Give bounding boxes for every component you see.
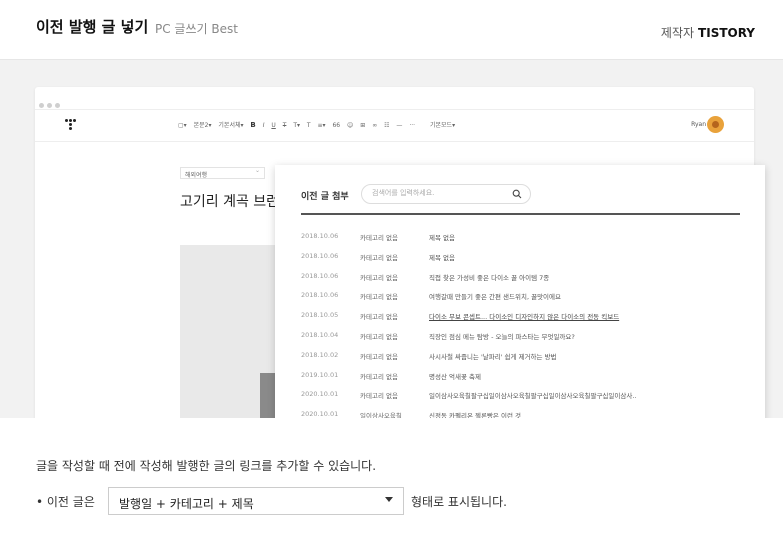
feature-description: 글을 작성할 때 전에 작성해 발행한 글의 링크를 추가할 수 있습니다. bbox=[36, 459, 377, 473]
post-date: 2019.10.01 bbox=[301, 370, 339, 379]
align-icon[interactable]: ≡▾ bbox=[318, 122, 326, 129]
option-prefix: • 이전 글은 bbox=[36, 495, 95, 509]
post-title: 다이소 무보 콘셉트... 다이소인 디자인하지 않은 다이소의 전동 킥보드 bbox=[429, 313, 620, 322]
post-category: 카테고리 없음 bbox=[360, 392, 398, 401]
list-item[interactable]: 2018.10.06 카테고리 없음 여행갈때 만들기 좋은 간편 샌드위치, 꿀맛… bbox=[301, 291, 761, 311]
preview-stage: ▢▾ 본문2▾ 기본서체▾ B I U T T▾ T ≡▾ 66 ☺ ⊞ ∞ ☷… bbox=[0, 60, 783, 418]
list-icon[interactable]: ☷ bbox=[384, 122, 389, 129]
list-item[interactable]: 2018.10.06 카테고리 없음 제목 없음 bbox=[301, 252, 761, 272]
list-item[interactable]: 2018.10.04 카테고리 없음 직장인 점심 메뉴 탐방 - 오늘의 파스타는… bbox=[301, 331, 761, 351]
text-color-icon[interactable]: T▾ bbox=[293, 122, 300, 129]
post-category: 카테고리 없음 bbox=[360, 332, 398, 341]
text-bg-icon[interactable]: T bbox=[307, 122, 311, 129]
list-item[interactable]: 2018.10.06 카테고리 없음 직접 찾은 가성비 좋은 다이소 꿀 아이템 … bbox=[301, 272, 761, 292]
display-format-option: • 이전 글은 발행일 + 카테고리 + 제목 형태로 표시됩니다. bbox=[36, 487, 736, 515]
page-title: 이전 발행 글 넣기 bbox=[36, 18, 149, 36]
post-title: 일이삼사오육칠팔구십일이삼사오육칠팔구십일이삼사오육칠팔구십일이삼사.. bbox=[429, 392, 637, 401]
mode-select[interactable]: 기본모드▾ bbox=[430, 122, 455, 129]
bold-icon[interactable]: B bbox=[250, 121, 255, 129]
italic-icon[interactable]: I bbox=[263, 122, 265, 129]
search-icon[interactable] bbox=[512, 189, 522, 199]
post-list: 2018.10.06 카테고리 없음 제목 없음 2018.10.06 카테고리 없음 제… bbox=[301, 232, 761, 418]
more-icon[interactable]: ··· bbox=[409, 122, 415, 129]
post-date: 2018.10.05 bbox=[301, 311, 339, 320]
list-item[interactable]: 2020.10.01 카테고리 없음 일이삼사오육칠팔구십일이삼사오육칠팔구십일이삼… bbox=[301, 390, 761, 410]
emoji-icon[interactable]: ☺ bbox=[347, 122, 353, 129]
post-category: 카테고리 없음 bbox=[360, 372, 398, 381]
post-date: 2020.10.01 bbox=[301, 410, 339, 418]
search-input[interactable] bbox=[372, 189, 502, 197]
post-category: 카테고리 없음 bbox=[360, 253, 398, 262]
post-title: 신정동 카펠리온 젤론빵은 이런 것 bbox=[429, 412, 521, 418]
list-item[interactable]: 2020.10.01 일이삼사오육칠 신정동 카펠리온 젤론빵은 이런 것 bbox=[301, 410, 761, 418]
post-title: 여행갈때 만들기 좋은 간편 샌드위치, 꿀맛이에요 bbox=[429, 293, 561, 302]
image-insert-icon[interactable]: ▢▾ bbox=[178, 122, 187, 129]
maker-credit: 제작자 TISTORY bbox=[661, 24, 755, 41]
link-icon[interactable]: ∞ bbox=[372, 122, 377, 129]
user-name: Ryan bbox=[691, 121, 706, 128]
maker-label: 제작자 bbox=[660, 26, 695, 40]
format-selected-value: 발행일 + 카테고리 + 제목 bbox=[119, 497, 254, 511]
divider-icon[interactable]: — bbox=[396, 122, 402, 129]
page-subtitle: PC 글쓰기 Best bbox=[155, 22, 238, 36]
paragraph-style[interactable]: 본문2▾ bbox=[194, 122, 212, 129]
list-item[interactable]: 2019.10.01 카테고리 없음 명성산 억새꽃 축제 bbox=[301, 371, 761, 391]
post-date: 2018.10.06 bbox=[301, 291, 339, 300]
format-select[interactable]: 발행일 + 카테고리 + 제목 bbox=[108, 487, 404, 515]
post-title: 명성산 억새꽃 축제 bbox=[429, 372, 481, 381]
toolbar-tools: ▢▾ 본문2▾ 기본서체▾ B I U T T▾ T ≡▾ 66 ☺ ⊞ ∞ ☷… bbox=[178, 120, 460, 129]
avatar[interactable] bbox=[707, 116, 724, 133]
post-title: 사시사철 싸줍니는 '날파리' 쉽게 제거하는 방법 bbox=[429, 352, 557, 361]
popup-title: 이전 글 첨부 bbox=[301, 192, 349, 202]
search-box bbox=[361, 184, 531, 204]
post-title: 직접 찾은 가성비 좋은 다이소 꿀 아이템 7종 bbox=[429, 273, 550, 282]
editor-toolbar: ▢▾ 본문2▾ 기본서체▾ B I U T T▾ T ≡▾ 66 ☺ ⊞ ∞ ☷… bbox=[35, 110, 754, 142]
post-date: 2018.10.06 bbox=[301, 271, 339, 280]
category-select[interactable]: 해외여행 bbox=[180, 167, 265, 179]
tistory-logo-icon bbox=[65, 119, 77, 131]
option-suffix: 형태로 표시됩니다. bbox=[411, 495, 507, 509]
post-date: 2020.10.01 bbox=[301, 390, 339, 399]
page-header: 이전 발행 글 넣기 PC 글쓰기 Best 제작자 TISTORY bbox=[0, 0, 783, 60]
post-category: 카테고리 없음 bbox=[360, 234, 398, 242]
post-category: 일이삼사오육칠 bbox=[360, 412, 402, 418]
post-title: 제목 없음 bbox=[429, 253, 455, 262]
post-date: 2018.10.02 bbox=[301, 350, 339, 359]
post-category: 카테고리 없음 bbox=[360, 313, 398, 322]
table-icon[interactable]: ⊞ bbox=[360, 122, 365, 129]
strike-icon[interactable]: T bbox=[283, 122, 287, 129]
post-category: 카테고리 없음 bbox=[360, 273, 398, 282]
underline-icon[interactable]: U bbox=[271, 122, 275, 129]
maker-name: TISTORY bbox=[698, 26, 755, 40]
post-title: 직장인 점심 메뉴 탐방 - 오늘의 파스타는 무엇일까요? bbox=[429, 332, 575, 341]
list-item[interactable]: 2018.10.06 카테고리 없음 제목 없음 bbox=[301, 232, 761, 252]
previous-post-popup: 이전 글 첨부 2018.10.06카테고리 없음제목 없음2018.10.06… bbox=[275, 165, 765, 418]
post-image bbox=[180, 245, 280, 418]
post-title: 제목 없음 bbox=[429, 234, 455, 242]
post-date: 2018.10.06 bbox=[301, 232, 339, 240]
quote-icon[interactable]: 66 bbox=[332, 122, 340, 129]
post-category: 카테고리 없음 bbox=[360, 352, 398, 361]
post-category: 카테고리 없음 bbox=[360, 293, 398, 302]
list-item[interactable]: 2018.10.02 카테고리 없음 사시사철 싸줍니는 '날파리' 쉽게 제거하는… bbox=[301, 351, 761, 371]
post-title[interactable]: 고기리 계곡 브런 bbox=[180, 191, 279, 211]
post-date: 2018.10.04 bbox=[301, 330, 339, 339]
font-family[interactable]: 기본서체▾ bbox=[218, 122, 243, 129]
post-date: 2018.10.06 bbox=[301, 251, 339, 260]
list-item[interactable]: 2018.10.05 카테고리 없음 다이소 무보 콘셉트... 다이소인 디자인하… bbox=[301, 311, 761, 331]
dropdown-arrow-icon bbox=[385, 497, 393, 502]
